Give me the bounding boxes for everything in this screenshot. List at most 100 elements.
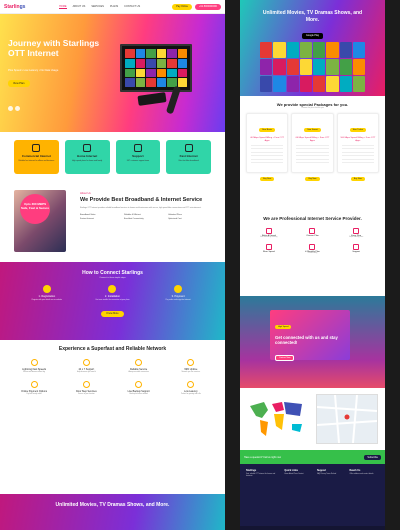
prof-item-desc: Earn rewards by referring <box>260 236 278 238</box>
buy-now-button[interactable]: Buy Now <box>350 176 365 181</box>
prof-item-desc: Simple monthly plans <box>349 236 364 238</box>
feature-icon <box>187 358 195 366</box>
home-icon <box>83 144 92 152</box>
contact-now-button[interactable]: Contact Now <box>275 355 295 361</box>
prof-item: Easy Plan Simple monthly plans <box>335 227 377 238</box>
nav-plans[interactable]: PLANS <box>110 5 118 9</box>
app-hero-title: Unlimited Movies, TV Dramas Shows, and M… <box>262 10 363 23</box>
about-text: Starlings OTT Internet provides reliable… <box>80 207 202 209</box>
about-tag: About Us <box>80 192 91 195</box>
tv-image <box>120 44 192 92</box>
card-home[interactable]: Home Internet High speed plans for home a… <box>64 140 110 174</box>
service-cards: Commercial Internet Reliable fast interne… <box>0 132 225 182</box>
app-tile <box>146 68 156 78</box>
prof-item: Refer A Friend Earn rewards by referring <box>248 227 290 238</box>
package-price: 60 Mbps Speed Billing + Free OTT Apps <box>295 137 330 142</box>
card-desc: Reliable fast internet for offices and b… <box>18 160 55 162</box>
phone-button[interactable]: +91 8000000000 <box>194 3 221 10</box>
know-more-button[interactable]: Know More <box>101 310 124 317</box>
prof-item: Fiber Speed <box>248 243 290 254</box>
feature-icon <box>30 358 38 366</box>
ott-app-tile <box>352 42 365 58</box>
footer-col: Starlings Fast, reliable OTT internet for… <box>246 469 281 521</box>
nav-services[interactable]: SERVICES <box>91 5 104 9</box>
step-payment: 3. Payment Pay online and enjoy fast inte… <box>152 285 204 301</box>
ott-app-tile <box>273 76 286 92</box>
view-plan-button[interactable]: View Plan <box>8 80 30 87</box>
logo[interactable]: Starlings <box>4 4 30 10</box>
feature-title: Door Step Services <box>76 389 97 393</box>
subscribe-button[interactable]: Subscribe <box>364 454 381 460</box>
features-title: Experience a Superfast and Reliable Netw… <box>58 346 167 352</box>
feature-item: Low Latency Perfect for gaming and calls <box>167 380 215 395</box>
card-support[interactable]: Support 24/7 customer support team <box>115 140 161 174</box>
feature-item: Door Step Services Service at your locati… <box>62 380 110 395</box>
card-commercial[interactable]: Commercial Internet Reliable fast interne… <box>14 140 59 174</box>
step-title: 2. Installation <box>104 295 121 298</box>
streaming-stick-image <box>137 92 167 106</box>
ott-app-tile <box>273 59 286 75</box>
ott-app-tile <box>260 76 273 92</box>
prof-item: Support <box>335 243 377 254</box>
nav-about[interactable]: ABOUT US <box>73 5 86 9</box>
ott-app-tile <box>313 42 326 58</box>
feature-list: Broadband Video Reliable & Efficient Unl… <box>80 214 210 220</box>
social-icon[interactable] <box>8 106 13 111</box>
right-page: Unlimited Movies, TV Dramas Shows, and M… <box>240 0 385 530</box>
step-desc: Our team installs the connection at your… <box>95 299 130 301</box>
fiber-icon <box>265 243 272 250</box>
step-installation: 2. Installation Our team installs the con… <box>86 285 138 301</box>
feature-item: Live Backup Support Backup link when need… <box>115 380 163 395</box>
nav-contact[interactable]: CONTACT US <box>124 5 140 9</box>
app-tile <box>135 78 145 87</box>
feature-title: Online Payment Options <box>21 389 48 393</box>
refer-icon <box>265 227 272 234</box>
connect-subtitle: Connect in three simple steps <box>99 277 126 279</box>
footer-links[interactable]: FAQ Privacy Terms Refund <box>317 474 347 476</box>
feature-title: Low Latency <box>184 389 198 393</box>
feature-item: Reliable Service Always-on stable connect… <box>115 358 163 373</box>
cta-tag: High Speed <box>275 325 292 329</box>
card-fast[interactable]: Fast Internet Ultra fast fiber broadband <box>166 140 211 174</box>
package-badge: Star Smart <box>304 128 321 132</box>
feature-desc: Service at your location <box>78 393 95 395</box>
bottom-banner: Unlimited Movies, TV Dramas Shows, and M… <box>0 494 225 530</box>
pay-online-button[interactable]: Pay Online <box>172 3 192 10</box>
card-icon <box>174 285 183 293</box>
connect-section: How to Connect Starlings Connect in thre… <box>0 262 225 340</box>
feature-icon <box>135 358 143 366</box>
ott-app-tile <box>339 76 352 92</box>
app-tile <box>177 68 187 78</box>
ott-app-tile <box>326 59 339 75</box>
footer: Starlings Fast, reliable OTT internet for… <box>240 464 385 526</box>
buy-now-button[interactable]: Buy Now <box>305 176 320 181</box>
app-tile <box>125 78 135 87</box>
buy-now-button[interactable]: Buy Now <box>260 176 275 181</box>
footer-col: Quick Links Home About Plans Contact <box>284 469 314 521</box>
prof-item-desc: Flexible billing <box>307 252 318 254</box>
nav-home[interactable]: HOME <box>59 5 67 9</box>
building-icon <box>32 144 41 152</box>
ott-app-tile <box>339 42 352 58</box>
about-title: We Provide Best Broadband & Internet Ser… <box>80 197 203 203</box>
feature-item: Broadband Video <box>80 213 96 216</box>
card-desc: High speed plans for home and family <box>72 160 103 162</box>
app-tile <box>146 58 156 68</box>
easy-icon <box>353 227 360 234</box>
about-section: Upto 300 MBPS Safe, Fast & Secure About … <box>0 182 225 262</box>
social-icon[interactable] <box>15 106 20 111</box>
feature-icon <box>30 380 38 388</box>
card-desc: Ultra fast fiber broadband <box>178 160 199 162</box>
plan-icon <box>309 227 316 234</box>
feature-item: Reliable & Efficient <box>124 213 141 216</box>
footer-links: Fast, reliable OTT internet for homes an… <box>246 474 276 478</box>
app-tile <box>177 58 187 68</box>
ott-app-tile <box>352 59 365 75</box>
google-play-button[interactable]: Google Play <box>301 32 324 39</box>
footer-links: Office address and contact details <box>349 474 374 475</box>
world-map-image <box>250 402 302 436</box>
map-section <box>240 388 385 450</box>
google-map[interactable] <box>316 394 378 444</box>
ott-app-tile <box>352 76 365 92</box>
footer-links[interactable]: Home About Plans Contact <box>284 474 314 476</box>
